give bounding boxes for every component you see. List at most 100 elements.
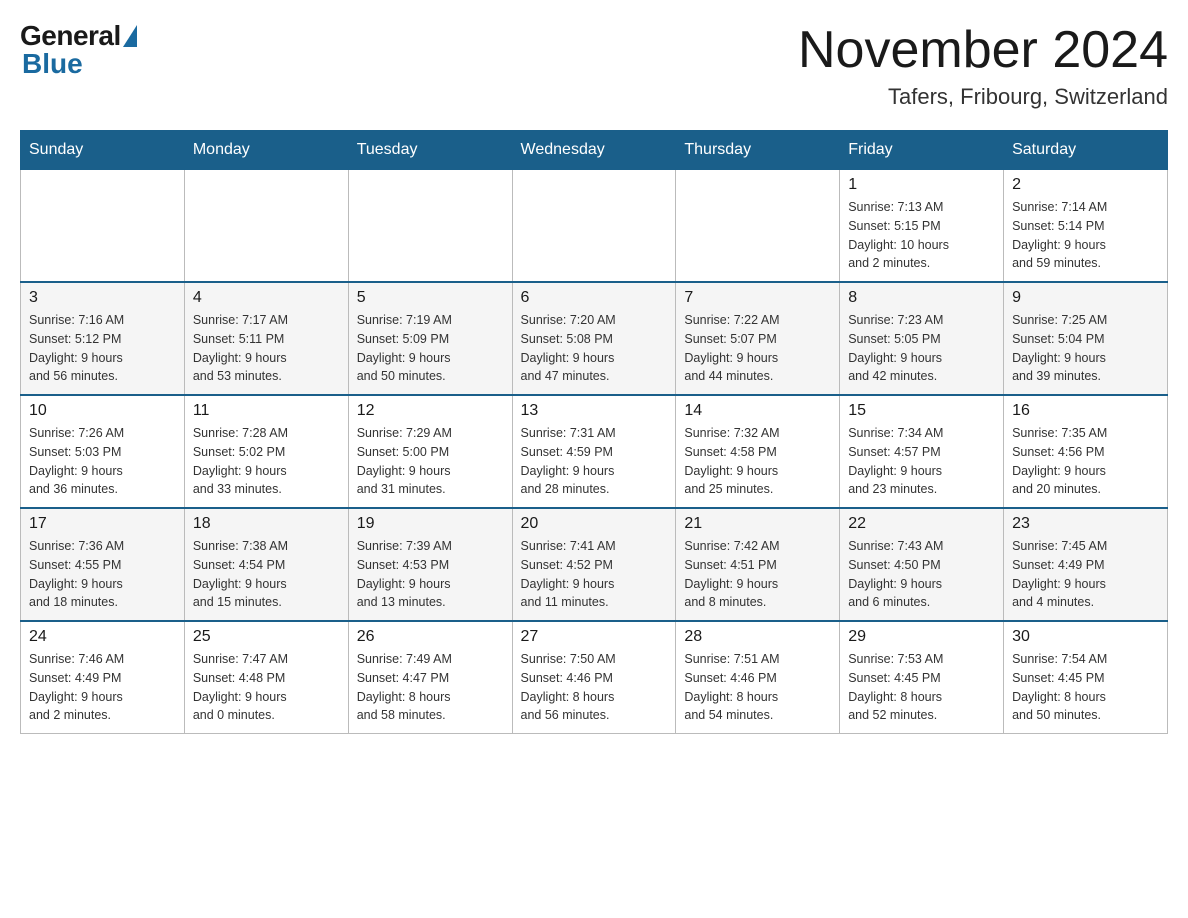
day-info: Sunrise: 7:39 AMSunset: 4:53 PMDaylight:… xyxy=(357,537,504,612)
calendar-week-row: 10 Sunrise: 7:26 AMSunset: 5:03 PMDayligh… xyxy=(21,395,1168,508)
day-number: 17 xyxy=(29,515,176,533)
calendar-cell: 13 Sunrise: 7:31 AMSunset: 4:59 PMDayligh… xyxy=(512,395,676,508)
title-section: November 2024 Tafers, Fribourg, Switzerl… xyxy=(798,20,1168,110)
day-info: Sunrise: 7:42 AMSunset: 4:51 PMDaylight:… xyxy=(684,537,831,612)
calendar-cell xyxy=(348,170,512,283)
calendar-cell: 15Sunrise: 7:34 AMSunset: 4:57 PMDayligh… xyxy=(840,395,1004,508)
calendar-header-row: SundayMondayTuesdayWednesdayThursdayFrid… xyxy=(21,131,1168,170)
day-info: Sunrise: 7:50 AMSunset: 4:46 PMDaylight:… xyxy=(521,650,668,725)
day-number: 12 xyxy=(357,402,504,420)
day-info: Sunrise: 7:35 AMSunset: 4:56 PMDaylight:… xyxy=(1012,424,1159,499)
weekday-header-thursday: Thursday xyxy=(676,131,840,170)
calendar-cell: 26 Sunrise: 7:49 AMSunset: 4:47 PMDayligh… xyxy=(348,621,512,734)
day-info: Sunrise: 7:49 AMSunset: 4:47 PMDaylight:… xyxy=(357,650,504,725)
calendar-cell: 10 Sunrise: 7:26 AMSunset: 5:03 PMDayligh… xyxy=(21,395,185,508)
day-info: Sunrise: 7:47 AMSunset: 4:48 PMDaylight:… xyxy=(193,650,340,725)
day-info: Sunrise: 7:36 AMSunset: 4:55 PMDaylight:… xyxy=(29,537,176,612)
calendar-cell: 11 Sunrise: 7:28 AMSunset: 5:02 PMDayligh… xyxy=(184,395,348,508)
calendar-table: SundayMondayTuesdayWednesdayThursdayFrid… xyxy=(20,130,1168,734)
day-number: 25 xyxy=(193,628,340,646)
calendar-cell: 19 Sunrise: 7:39 AMSunset: 4:53 PMDayligh… xyxy=(348,508,512,621)
page-header: General Blue November 2024 Tafers, Fribo… xyxy=(20,20,1168,110)
day-info: Sunrise: 7:16 AMSunset: 5:12 PMDaylight:… xyxy=(29,311,176,386)
day-info: Sunrise: 7:17 AMSunset: 5:11 PMDaylight:… xyxy=(193,311,340,386)
day-info: Sunrise: 7:25 AMSunset: 5:04 PMDaylight:… xyxy=(1012,311,1159,386)
logo: General Blue xyxy=(20,20,137,80)
day-number: 24 xyxy=(29,628,176,646)
calendar-cell: 24Sunrise: 7:46 AMSunset: 4:49 PMDayligh… xyxy=(21,621,185,734)
day-info: Sunrise: 7:20 AMSunset: 5:08 PMDaylight:… xyxy=(521,311,668,386)
month-title: November 2024 xyxy=(798,20,1168,80)
calendar-cell: 27 Sunrise: 7:50 AMSunset: 4:46 PMDayligh… xyxy=(512,621,676,734)
calendar-cell: 28 Sunrise: 7:51 AMSunset: 4:46 PMDayligh… xyxy=(676,621,840,734)
day-number: 18 xyxy=(193,515,340,533)
day-info: Sunrise: 7:26 AMSunset: 5:03 PMDaylight:… xyxy=(29,424,176,499)
day-number: 15 xyxy=(848,402,995,420)
day-info: Sunrise: 7:32 AMSunset: 4:58 PMDaylight:… xyxy=(684,424,831,499)
day-number: 23 xyxy=(1012,515,1159,533)
weekday-header-friday: Friday xyxy=(840,131,1004,170)
calendar-cell: 18 Sunrise: 7:38 AMSunset: 4:54 PMDayligh… xyxy=(184,508,348,621)
day-info: Sunrise: 7:43 AMSunset: 4:50 PMDaylight:… xyxy=(848,537,995,612)
day-number: 9 xyxy=(1012,289,1159,307)
day-number: 19 xyxy=(357,515,504,533)
day-info: Sunrise: 7:53 AMSunset: 4:45 PMDaylight:… xyxy=(848,650,995,725)
day-number: 16 xyxy=(1012,402,1159,420)
day-number: 3 xyxy=(29,289,176,307)
calendar-cell xyxy=(21,170,185,283)
calendar-cell: 21 Sunrise: 7:42 AMSunset: 4:51 PMDayligh… xyxy=(676,508,840,621)
day-info: Sunrise: 7:19 AMSunset: 5:09 PMDaylight:… xyxy=(357,311,504,386)
calendar-cell xyxy=(512,170,676,283)
calendar-week-row: 24Sunrise: 7:46 AMSunset: 4:49 PMDayligh… xyxy=(21,621,1168,734)
calendar-cell: 9 Sunrise: 7:25 AMSunset: 5:04 PMDaylight… xyxy=(1004,282,1168,395)
day-number: 13 xyxy=(521,402,668,420)
calendar-cell: 17 Sunrise: 7:36 AMSunset: 4:55 PMDayligh… xyxy=(21,508,185,621)
day-number: 28 xyxy=(684,628,831,646)
day-number: 27 xyxy=(521,628,668,646)
calendar-cell: 3 Sunrise: 7:16 AMSunset: 5:12 PMDaylight… xyxy=(21,282,185,395)
calendar-cell: 6 Sunrise: 7:20 AMSunset: 5:08 PMDaylight… xyxy=(512,282,676,395)
calendar-cell: 2 Sunrise: 7:14 AMSunset: 5:14 PMDaylight… xyxy=(1004,170,1168,283)
calendar-week-row: 17 Sunrise: 7:36 AMSunset: 4:55 PMDayligh… xyxy=(21,508,1168,621)
day-info: Sunrise: 7:54 AMSunset: 4:45 PMDaylight:… xyxy=(1012,650,1159,725)
day-number: 5 xyxy=(357,289,504,307)
day-info: Sunrise: 7:22 AMSunset: 5:07 PMDaylight:… xyxy=(684,311,831,386)
day-info: Sunrise: 7:31 AMSunset: 4:59 PMDaylight:… xyxy=(521,424,668,499)
weekday-header-sunday: Sunday xyxy=(21,131,185,170)
calendar-cell xyxy=(676,170,840,283)
day-info: Sunrise: 7:28 AMSunset: 5:02 PMDaylight:… xyxy=(193,424,340,499)
day-info: Sunrise: 7:45 AMSunset: 4:49 PMDaylight:… xyxy=(1012,537,1159,612)
day-info: Sunrise: 7:38 AMSunset: 4:54 PMDaylight:… xyxy=(193,537,340,612)
day-number: 7 xyxy=(684,289,831,307)
day-number: 30 xyxy=(1012,628,1159,646)
day-info: Sunrise: 7:51 AMSunset: 4:46 PMDaylight:… xyxy=(684,650,831,725)
weekday-header-saturday: Saturday xyxy=(1004,131,1168,170)
logo-triangle-icon xyxy=(123,25,137,47)
day-number: 10 xyxy=(29,402,176,420)
weekday-header-wednesday: Wednesday xyxy=(512,131,676,170)
calendar-cell: 23 Sunrise: 7:45 AMSunset: 4:49 PMDayligh… xyxy=(1004,508,1168,621)
day-number: 2 xyxy=(1012,176,1159,194)
day-info: Sunrise: 7:14 AMSunset: 5:14 PMDaylight:… xyxy=(1012,198,1159,273)
calendar-cell: 14 Sunrise: 7:32 AMSunset: 4:58 PMDayligh… xyxy=(676,395,840,508)
calendar-cell: 5 Sunrise: 7:19 AMSunset: 5:09 PMDaylight… xyxy=(348,282,512,395)
day-number: 8 xyxy=(848,289,995,307)
location-text: Tafers, Fribourg, Switzerland xyxy=(798,84,1168,110)
weekday-header-monday: Monday xyxy=(184,131,348,170)
day-number: 20 xyxy=(521,515,668,533)
calendar-week-row: 1Sunrise: 7:13 AMSunset: 5:15 PMDaylight… xyxy=(21,170,1168,283)
logo-blue-text: Blue xyxy=(22,48,83,80)
day-info: Sunrise: 7:41 AMSunset: 4:52 PMDaylight:… xyxy=(521,537,668,612)
calendar-cell: 4 Sunrise: 7:17 AMSunset: 5:11 PMDaylight… xyxy=(184,282,348,395)
day-number: 21 xyxy=(684,515,831,533)
calendar-cell: 8Sunrise: 7:23 AMSunset: 5:05 PMDaylight… xyxy=(840,282,1004,395)
weekday-header-tuesday: Tuesday xyxy=(348,131,512,170)
day-number: 11 xyxy=(193,402,340,420)
day-number: 4 xyxy=(193,289,340,307)
day-number: 26 xyxy=(357,628,504,646)
day-number: 6 xyxy=(521,289,668,307)
calendar-cell: 1Sunrise: 7:13 AMSunset: 5:15 PMDaylight… xyxy=(840,170,1004,283)
calendar-cell: 22Sunrise: 7:43 AMSunset: 4:50 PMDayligh… xyxy=(840,508,1004,621)
calendar-cell: 25 Sunrise: 7:47 AMSunset: 4:48 PMDayligh… xyxy=(184,621,348,734)
day-number: 14 xyxy=(684,402,831,420)
